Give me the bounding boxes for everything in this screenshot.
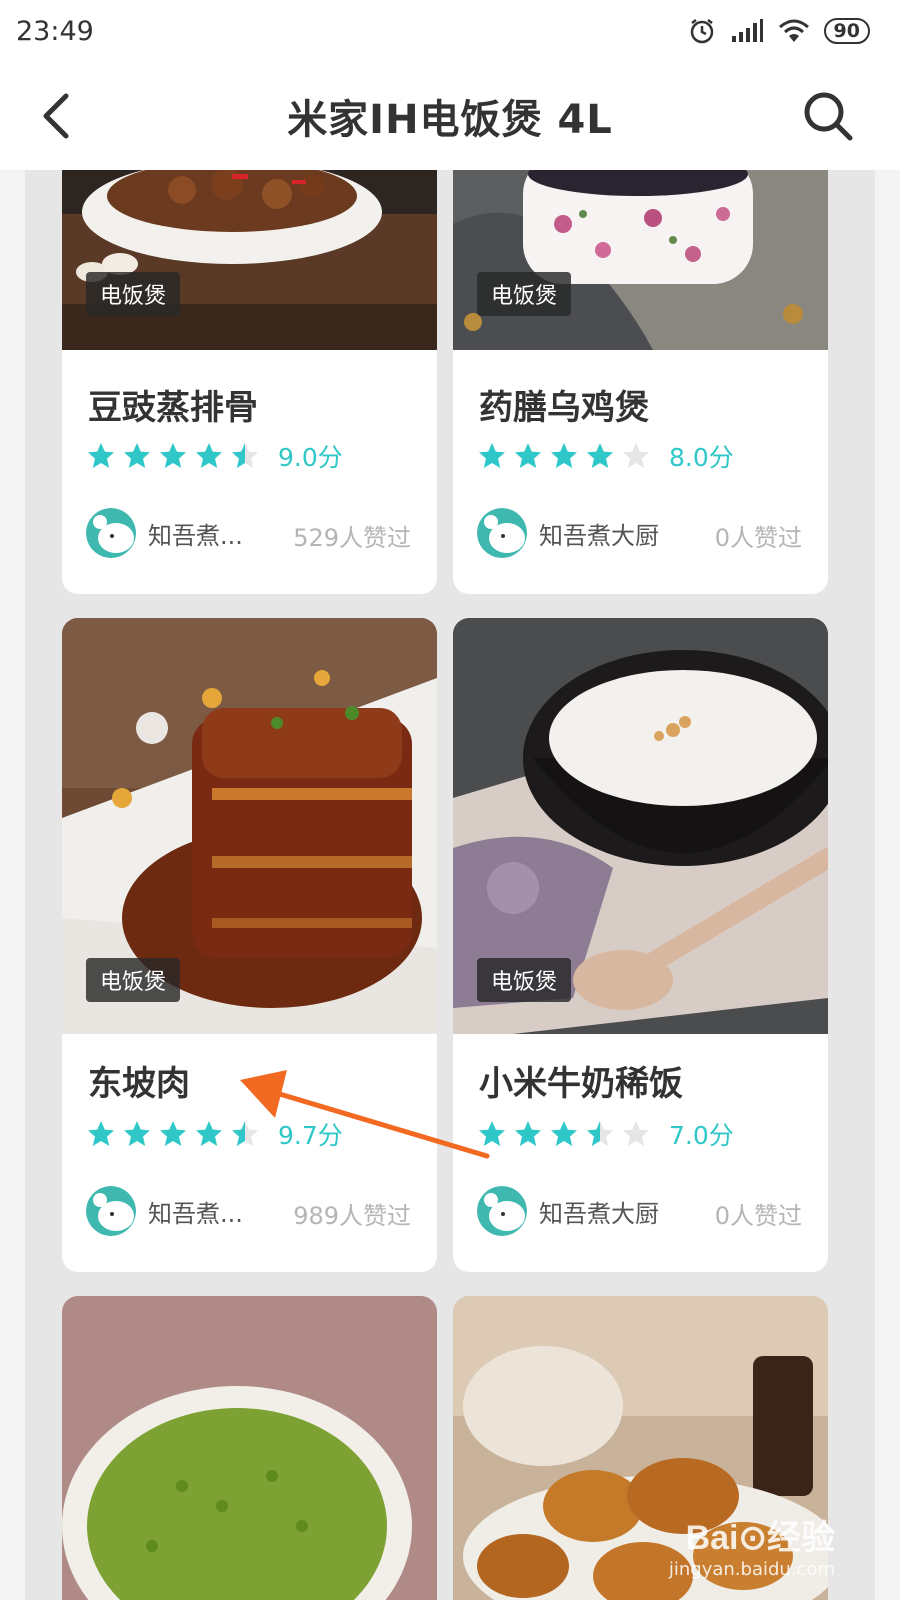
author-name: 知吾煮大厨 [539, 1199, 659, 1228]
star-icon [623, 443, 649, 468]
recipe-title: 药膳乌鸡煲 [479, 388, 649, 428]
rating-stars: 7.0分 [477, 1116, 734, 1152]
recipe-card[interactable]: 电饭煲 东坡肉 9.7分 知吾煮... 989人赞过 [62, 618, 437, 1272]
recipe-card[interactable]: 电饭煲 小米牛奶稀饭 7.0分 知吾煮大厨 0人赞过 [453, 618, 828, 1272]
star-icon [623, 1121, 649, 1146]
author-name: 知吾煮... [148, 521, 243, 550]
star-icon [515, 443, 541, 468]
search-icon[interactable] [800, 88, 856, 144]
recipe-image: 电饭煲 [62, 170, 437, 350]
likes-count: 529人赞过 [293, 524, 411, 552]
star-icon [479, 443, 505, 468]
rating-stars: 8.0分 [477, 438, 734, 474]
recipe-card[interactable]: 电饭煲 药膳乌鸡煲 8.0分 知吾煮大厨 0人赞过 [453, 170, 828, 594]
status-bar: 23:49 90 [0, 0, 900, 62]
watermark-url: jingyan.baidu.com [668, 1559, 835, 1580]
star-icon [160, 1121, 186, 1146]
recipe-tag: 电饭煲 [477, 958, 572, 1002]
rating-stars: 9.0分 [86, 438, 343, 474]
star-icon [196, 1121, 222, 1146]
star-icon [88, 443, 114, 468]
recipe-tag: 电饭煲 [477, 272, 572, 316]
status-icons: 90 [688, 17, 870, 45]
author-row[interactable]: 知吾煮... [86, 1186, 243, 1236]
baidu-watermark: Bai⊙经验 jingyan.baidu.com [669, 1510, 835, 1580]
battery-indicator: 90 [823, 18, 870, 44]
star-icon [196, 443, 222, 468]
recipe-tag: 电饭煲 [86, 958, 181, 1002]
recipe-grid: 电饭煲 豆豉蒸排骨 9.0分 知吾煮... 529人赞过 电饭煲 药膳乌鸡煲 8… [25, 170, 875, 1600]
recipe-card[interactable]: 电饭煲 豆豉蒸排骨 9.0分 知吾煮... 529人赞过 [62, 170, 437, 594]
likes-count: 0人赞过 [714, 524, 802, 552]
author-name: 知吾煮大厨 [539, 521, 659, 550]
likes-count: 989人赞过 [293, 1202, 411, 1230]
watermark-logo: Bai⊙经验 [685, 1519, 835, 1557]
star-icon [551, 443, 577, 468]
star-icon [551, 1121, 577, 1146]
alarm-icon [690, 19, 713, 44]
page-title: 米家IH电饭煲 4L [287, 97, 613, 143]
star-icon [88, 1121, 114, 1146]
star-icon [124, 1121, 150, 1146]
author-avatar [477, 1186, 527, 1236]
recipe-image: 电饭煲 [453, 618, 828, 1034]
author-row[interactable]: 知吾煮大厨 [477, 1186, 659, 1236]
rating-score: 7.0分 [669, 1121, 734, 1150]
author-row[interactable]: 知吾煮大厨 [477, 508, 659, 558]
author-avatar [86, 1186, 136, 1236]
recipe-title: 东坡肉 [88, 1064, 190, 1104]
star-icon [587, 443, 613, 468]
star-icon [587, 1121, 613, 1146]
recipe-image: 电饭煲 [453, 170, 828, 350]
recipe-title: 豆豉蒸排骨 [88, 388, 258, 428]
status-time: 23:49 [16, 15, 94, 47]
app-header: 米家IH电饭煲 4L [0, 62, 900, 170]
author-row[interactable]: 知吾煮... [86, 508, 243, 558]
recipe-image [62, 1296, 437, 1600]
star-icon [124, 443, 150, 468]
author-name: 知吾煮... [148, 1199, 243, 1228]
author-avatar [86, 508, 136, 558]
recipe-card[interactable] [62, 1296, 437, 1600]
star-icon [479, 1121, 505, 1146]
rating-score: 9.7分 [278, 1121, 343, 1150]
star-icon [515, 1121, 541, 1146]
signal-icon [731, 19, 763, 42]
star-icon [232, 443, 258, 468]
author-avatar [477, 508, 527, 558]
rating-stars: 9.7分 [86, 1116, 343, 1152]
star-icon [160, 443, 186, 468]
rating-score: 9.0分 [278, 443, 343, 472]
rating-score: 8.0分 [669, 443, 734, 472]
recipe-tag: 电饭煲 [86, 272, 181, 316]
wifi-icon [778, 19, 809, 42]
star-icon [232, 1121, 258, 1146]
likes-count: 0人赞过 [714, 1202, 802, 1230]
recipe-title: 小米牛奶稀饭 [479, 1064, 683, 1104]
back-arrow-icon[interactable] [36, 90, 76, 142]
recipe-image: 电饭煲 [62, 618, 437, 1034]
